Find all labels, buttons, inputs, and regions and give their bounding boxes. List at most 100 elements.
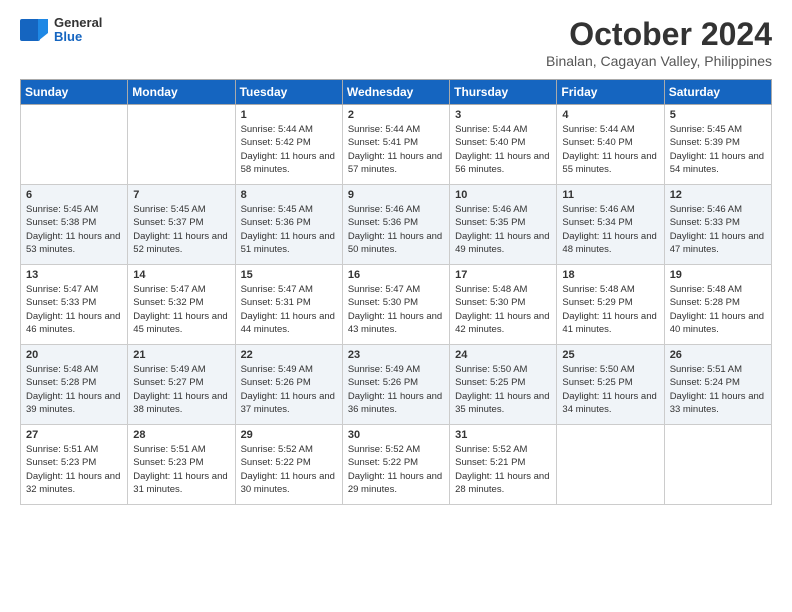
calendar-cell: 28 Sunrise: 5:51 AM Sunset: 5:23 PM Dayli… [128,425,235,505]
calendar-cell: 4 Sunrise: 5:44 AM Sunset: 5:40 PM Daylig… [557,105,664,185]
logo-blue: Blue [54,30,102,44]
weekday-header: Tuesday [235,80,342,105]
day-info: Sunrise: 5:47 AM Sunset: 5:32 PM Dayligh… [133,283,229,336]
day-number: 7 [133,189,229,201]
day-info: Sunrise: 5:48 AM Sunset: 5:28 PM Dayligh… [670,283,766,336]
day-info: Sunrise: 5:45 AM Sunset: 5:39 PM Dayligh… [670,123,766,176]
weekday-header: Wednesday [342,80,449,105]
calendar-cell: 17 Sunrise: 5:48 AM Sunset: 5:30 PM Dayli… [450,265,557,345]
calendar-cell: 15 Sunrise: 5:47 AM Sunset: 5:31 PM Dayli… [235,265,342,345]
day-info: Sunrise: 5:48 AM Sunset: 5:28 PM Dayligh… [26,363,122,416]
weekday-header: Friday [557,80,664,105]
calendar-week-row: 27 Sunrise: 5:51 AM Sunset: 5:23 PM Dayli… [21,425,772,505]
calendar-week-row: 6 Sunrise: 5:45 AM Sunset: 5:38 PM Daylig… [21,185,772,265]
day-number: 26 [670,349,766,361]
calendar-cell: 7Sunrise: 5:45 AM Sunset: 5:37 PM Daylig… [128,185,235,265]
day-number: 8 [241,189,337,201]
day-number: 22 [241,349,337,361]
calendar-cell: 12Sunrise: 5:46 AM Sunset: 5:33 PM Dayli… [664,185,771,265]
calendar-cell: 18 Sunrise: 5:48 AM Sunset: 5:29 PM Dayli… [557,265,664,345]
calendar-cell: 31Sunrise: 5:52 AM Sunset: 5:21 PM Dayli… [450,425,557,505]
calendar-cell: 27Sunrise: 5:51 AM Sunset: 5:23 PM Dayli… [21,425,128,505]
day-number: 20 [26,349,122,361]
calendar-cell: 29 Sunrise: 5:52 AM Sunset: 5:22 PM Dayli… [235,425,342,505]
day-info: Sunrise: 5:44 AM Sunset: 5:41 PM Dayligh… [348,123,444,176]
month-title: October 2024 [546,16,772,53]
day-number: 19 [670,269,766,281]
day-info: Sunrise: 5:52 AM Sunset: 5:21 PM Dayligh… [455,443,551,496]
calendar-cell: 8 Sunrise: 5:45 AM Sunset: 5:36 PM Daylig… [235,185,342,265]
day-number: 2 [348,109,444,121]
calendar-week-row: 20 Sunrise: 5:48 AM Sunset: 5:28 PM Dayli… [21,345,772,425]
day-info: Sunrise: 5:49 AM Sunset: 5:27 PM Dayligh… [133,363,229,416]
page: General Blue October 2024 Binalan, Cagay… [0,0,792,612]
calendar-cell: 23 Sunrise: 5:49 AM Sunset: 5:26 PM Dayli… [342,345,449,425]
calendar-cell: 19 Sunrise: 5:48 AM Sunset: 5:28 PM Dayli… [664,265,771,345]
day-info: Sunrise: 5:50 AM Sunset: 5:25 PM Dayligh… [455,363,551,416]
day-info: Sunrise: 5:44 AM Sunset: 5:42 PM Dayligh… [241,123,337,176]
day-number: 21 [133,349,229,361]
day-info: Sunrise: 5:52 AM Sunset: 5:22 PM Dayligh… [241,443,337,496]
day-number: 30 [348,429,444,441]
day-number: 1 [241,109,337,121]
day-number: 18 [562,269,658,281]
calendar-cell: 6 Sunrise: 5:45 AM Sunset: 5:38 PM Daylig… [21,185,128,265]
calendar-cell [128,105,235,185]
day-number: 15 [241,269,337,281]
calendar-cell: 26 Sunrise: 5:51 AM Sunset: 5:24 PM Dayli… [664,345,771,425]
day-number: 3 [455,109,551,121]
day-number: 4 [562,109,658,121]
day-number: 23 [348,349,444,361]
calendar-cell: 24 Sunrise: 5:50 AM Sunset: 5:25 PM Dayli… [450,345,557,425]
calendar-cell: 20 Sunrise: 5:48 AM Sunset: 5:28 PM Dayli… [21,345,128,425]
day-number: 13 [26,269,122,281]
day-number: 10 [455,189,551,201]
logo-general: General [54,16,102,30]
subtitle: Binalan, Cagayan Valley, Philippines [546,53,772,69]
day-info: Sunrise: 5:48 AM Sunset: 5:30 PM Dayligh… [455,283,551,336]
calendar-week-row: 1 Sunrise: 5:44 AM Sunset: 5:42 PM Daylig… [21,105,772,185]
calendar-cell: 16Sunrise: 5:47 AM Sunset: 5:30 PM Dayli… [342,265,449,345]
calendar-table: SundayMondayTuesdayWednesdayThursdayFrid… [20,79,772,505]
day-info: Sunrise: 5:46 AM Sunset: 5:36 PM Dayligh… [348,203,444,256]
calendar-cell: 10 Sunrise: 5:46 AM Sunset: 5:35 PM Dayli… [450,185,557,265]
day-number: 17 [455,269,551,281]
title-block: October 2024 Binalan, Cagayan Valley, Ph… [546,16,772,69]
day-number: 29 [241,429,337,441]
day-number: 9 [348,189,444,201]
day-info: Sunrise: 5:48 AM Sunset: 5:29 PM Dayligh… [562,283,658,336]
calendar-cell [664,425,771,505]
weekday-header: Saturday [664,80,771,105]
calendar-cell: 11Sunrise: 5:46 AM Sunset: 5:34 PM Dayli… [557,185,664,265]
day-number: 16 [348,269,444,281]
day-info: Sunrise: 5:51 AM Sunset: 5:24 PM Dayligh… [670,363,766,416]
day-number: 11 [562,189,658,201]
day-info: Sunrise: 5:47 AM Sunset: 5:31 PM Dayligh… [241,283,337,336]
day-number: 27 [26,429,122,441]
day-number: 6 [26,189,122,201]
logo-icon [20,19,48,41]
calendar-cell: 22 Sunrise: 5:49 AM Sunset: 5:26 PM Dayli… [235,345,342,425]
calendar-cell [21,105,128,185]
day-info: Sunrise: 5:46 AM Sunset: 5:35 PM Dayligh… [455,203,551,256]
day-number: 24 [455,349,551,361]
day-info: Sunrise: 5:45 AM Sunset: 5:36 PM Dayligh… [241,203,337,256]
calendar-cell: 9 Sunrise: 5:46 AM Sunset: 5:36 PM Daylig… [342,185,449,265]
weekday-header: Sunday [21,80,128,105]
calendar-cell: 14Sunrise: 5:47 AM Sunset: 5:32 PM Dayli… [128,265,235,345]
calendar-cell: 3Sunrise: 5:44 AM Sunset: 5:40 PM Daylig… [450,105,557,185]
calendar-cell: 5Sunrise: 5:45 AM Sunset: 5:39 PM Daylig… [664,105,771,185]
calendar-cell: 13Sunrise: 5:47 AM Sunset: 5:33 PM Dayli… [21,265,128,345]
day-info: Sunrise: 5:44 AM Sunset: 5:40 PM Dayligh… [562,123,658,176]
logo: General Blue [20,16,102,45]
weekday-header: Monday [128,80,235,105]
day-info: Sunrise: 5:52 AM Sunset: 5:22 PM Dayligh… [348,443,444,496]
calendar-header-row: SundayMondayTuesdayWednesdayThursdayFrid… [21,80,772,105]
day-info: Sunrise: 5:49 AM Sunset: 5:26 PM Dayligh… [348,363,444,416]
day-info: Sunrise: 5:51 AM Sunset: 5:23 PM Dayligh… [133,443,229,496]
day-info: Sunrise: 5:49 AM Sunset: 5:26 PM Dayligh… [241,363,337,416]
day-info: Sunrise: 5:50 AM Sunset: 5:25 PM Dayligh… [562,363,658,416]
day-number: 28 [133,429,229,441]
day-info: Sunrise: 5:45 AM Sunset: 5:38 PM Dayligh… [26,203,122,256]
day-info: Sunrise: 5:46 AM Sunset: 5:33 PM Dayligh… [670,203,766,256]
